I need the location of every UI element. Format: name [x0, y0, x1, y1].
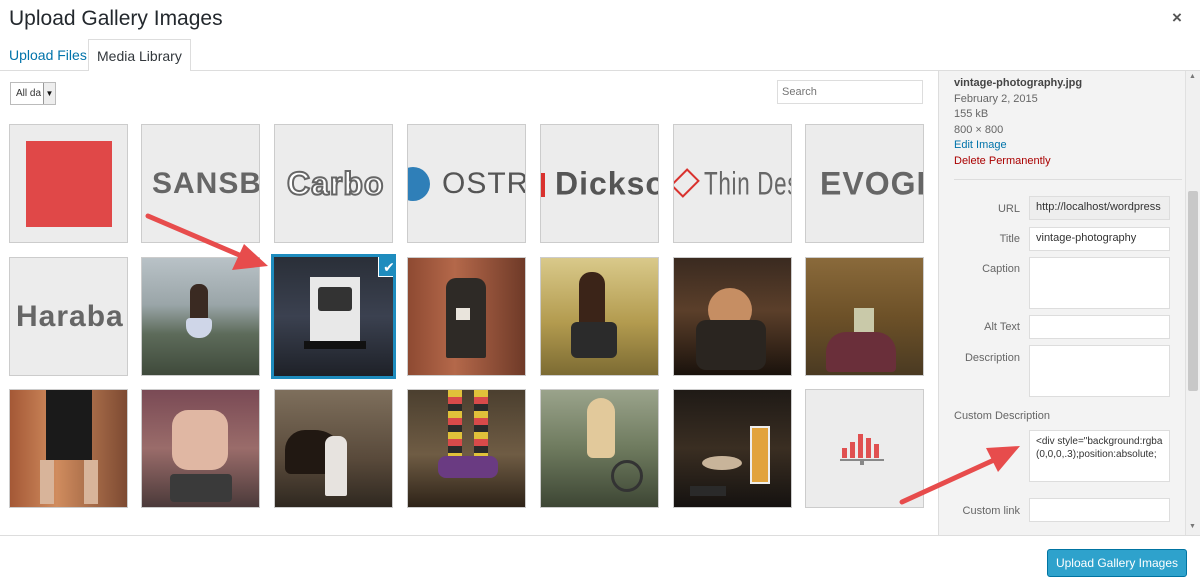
- attachment-size: 155 kB: [954, 108, 989, 120]
- details-scrollbar[interactable]: ▲ ▼: [1185, 71, 1200, 535]
- ostrich-logo-mark: [408, 167, 430, 201]
- attachment-thumb-selected[interactable]: ✔: [271, 254, 396, 379]
- caption-field[interactable]: [1029, 257, 1170, 309]
- dickson-logo-mark: [541, 173, 545, 197]
- photo-sock-left: [448, 390, 462, 460]
- attachment-thumb[interactable]: SANSB: [141, 124, 260, 243]
- custom-link-field[interactable]: [1029, 498, 1170, 522]
- media-tabs: Upload Files Media Library: [0, 39, 1200, 72]
- attachment-thumb[interactable]: [407, 257, 526, 376]
- photo-hair: [587, 398, 615, 458]
- attachment-thumb[interactable]: EVOGR: [805, 124, 924, 243]
- attachment-thumb[interactable]: Thin Desig: [673, 124, 792, 243]
- photo-belt: [304, 341, 366, 349]
- logo-text: Thin Desig: [704, 165, 791, 201]
- custom-description-field[interactable]: <div style="background:rgba(0,0,0,.3);po…: [1029, 430, 1170, 482]
- description-label: Description: [964, 352, 1020, 364]
- attachment-dimensions: 800 × 800: [954, 124, 1004, 136]
- red-square-image: [26, 141, 112, 227]
- checkmark-icon[interactable]: ✔: [378, 257, 393, 277]
- attachment-thumb[interactable]: Haraba: [9, 257, 128, 376]
- divider: [954, 179, 1182, 180]
- attachment-thumb[interactable]: [540, 257, 659, 376]
- url-label: URL: [997, 203, 1020, 215]
- custom-link-label: Custom link: [962, 505, 1020, 517]
- attachment-date: February 2, 2015: [954, 93, 1038, 105]
- attachment-thumb[interactable]: [141, 389, 260, 508]
- attachment-thumb[interactable]: [9, 124, 128, 243]
- photo-figure: [571, 322, 617, 358]
- photo-bike-wheel: [611, 460, 643, 492]
- attachment-thumb[interactable]: [274, 389, 393, 508]
- custom-description-label: Custom Description: [954, 410, 1050, 422]
- caption-label: Caption: [982, 263, 1020, 275]
- attachment-thumb[interactable]: [673, 389, 792, 508]
- photo-camera-print: [318, 287, 352, 311]
- photo-skirt: [46, 390, 92, 460]
- thin-design-logo-mark: [674, 168, 700, 198]
- photo-body: [696, 320, 766, 370]
- photo-boots: [438, 456, 498, 478]
- scrollbar-thumb[interactable]: [1188, 191, 1198, 391]
- upload-gallery-images-button[interactable]: Upload Gallery Images: [1047, 549, 1187, 577]
- photo-sneakers: [170, 474, 232, 502]
- photo-beer-glass: [750, 426, 770, 484]
- title-label: Title: [999, 233, 1020, 245]
- alt-text-label: Alt Text: [984, 321, 1020, 333]
- attachment-thumb[interactable]: [805, 257, 924, 376]
- scroll-up-icon[interactable]: ▲: [1189, 73, 1196, 80]
- attachment-thumb[interactable]: [540, 389, 659, 508]
- logo-text: Carbo: [286, 164, 385, 202]
- attachment-filename: vintage-photography.jpg: [954, 77, 1083, 89]
- modal-title: Upload Gallery Images: [9, 7, 223, 30]
- logo-text: SANSB: [152, 166, 260, 200]
- bar-chart-icon: [840, 434, 884, 465]
- scroll-down-icon[interactable]: ▼: [1189, 523, 1196, 530]
- media-grid-pane: All da ▼ SANSB Carbo OSTRIC Dickso Thin …: [0, 71, 938, 535]
- attachment-thumb[interactable]: OSTRIC: [407, 124, 526, 243]
- photo-plate: [702, 456, 742, 470]
- attachment-grid: SANSB Carbo OSTRIC Dickso Thin Desig EVO…: [0, 71, 938, 535]
- attachment-thumb[interactable]: Dickso: [540, 124, 659, 243]
- attachment-thumb[interactable]: [407, 389, 526, 508]
- attachment-details: vintage-photography.jpg February 2, 2015…: [938, 71, 1200, 535]
- photo-knees: [172, 410, 228, 470]
- delete-permanently-link[interactable]: Delete Permanently: [954, 155, 1051, 167]
- attachment-thumb[interactable]: Carbo: [274, 124, 393, 243]
- photo-leg-left: [40, 460, 54, 504]
- edit-image-link[interactable]: Edit Image: [954, 139, 1007, 151]
- logo-text: EVOGR: [820, 165, 923, 201]
- photo-dress: [186, 318, 212, 338]
- attachment-thumb[interactable]: [805, 389, 924, 508]
- attachment-thumb[interactable]: [673, 257, 792, 376]
- tab-media-library[interactable]: Media Library: [88, 39, 191, 72]
- photo-girl: [325, 436, 347, 496]
- photo-cup: [456, 308, 470, 320]
- tab-upload-files[interactable]: Upload Files: [1, 39, 95, 71]
- photo-leg-right: [84, 460, 98, 504]
- title-field[interactable]: vintage-photography: [1029, 227, 1170, 251]
- attachment-thumb[interactable]: [9, 389, 128, 508]
- description-field[interactable]: [1029, 345, 1170, 397]
- close-icon[interactable]: ×: [1172, 8, 1182, 28]
- logo-text: Dickso: [555, 165, 659, 201]
- logo-text: OSTRIC: [442, 166, 525, 200]
- photo-phone: [690, 486, 726, 496]
- logo-text: Haraba: [16, 299, 124, 333]
- photo-blanket: [826, 332, 896, 372]
- alt-text-field[interactable]: [1029, 315, 1170, 339]
- url-field[interactable]: http://localhost/wordpress: [1029, 196, 1170, 220]
- attachment-thumb[interactable]: [141, 257, 260, 376]
- modal-footer: Upload Gallery Images: [0, 535, 1200, 587]
- photo-shoes: [854, 308, 874, 332]
- photo-sock-right: [474, 390, 488, 460]
